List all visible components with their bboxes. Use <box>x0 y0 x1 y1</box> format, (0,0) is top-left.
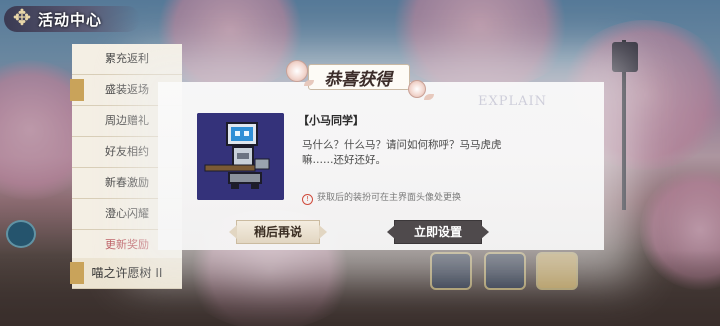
hint-line: ! 获取后的装扮可在主界面头像处更换 <box>302 190 461 205</box>
menu-item-selected[interactable]: 喵之许愿树 II <box>70 258 182 289</box>
set-now-button[interactable]: 立即设置 <box>387 220 489 244</box>
title-ribbon: 恭喜获得 <box>300 60 416 92</box>
robot-avatar-icon <box>197 113 284 200</box>
later-button[interactable]: 稍后再说 <box>229 220 327 244</box>
hint-text: 获取后的装扮可在主界面头像处更换 <box>317 193 462 203</box>
reward-avatar <box>197 113 284 200</box>
warning-icon: ! <box>302 194 313 205</box>
rose-icon <box>286 60 308 82</box>
menu-item-label: 喵之许愿树 II <box>91 266 163 280</box>
rose-icon <box>408 80 426 98</box>
reward-item-name: 【小马同学】 <box>298 114 364 127</box>
new-tag-icon <box>70 79 84 101</box>
flag-tag-icon <box>70 262 84 284</box>
dialog-title: 恭喜获得 <box>324 70 392 90</box>
activity-center-header: ✥ 活动中心 <box>4 6 140 32</box>
compass-emblem-icon[interactable]: ✥ <box>8 6 36 32</box>
reward-item-description: 马什么？什么马？请问如何称呼？马马虎虎嘛……还好还好。 <box>302 139 502 166</box>
menu-item[interactable]: 累充返利 <box>72 44 182 75</box>
page-title: 活动中心 <box>38 11 103 29</box>
explain-watermark: EXPLAIN <box>478 94 548 109</box>
menu-item-label: 盛装返场 <box>105 83 149 96</box>
